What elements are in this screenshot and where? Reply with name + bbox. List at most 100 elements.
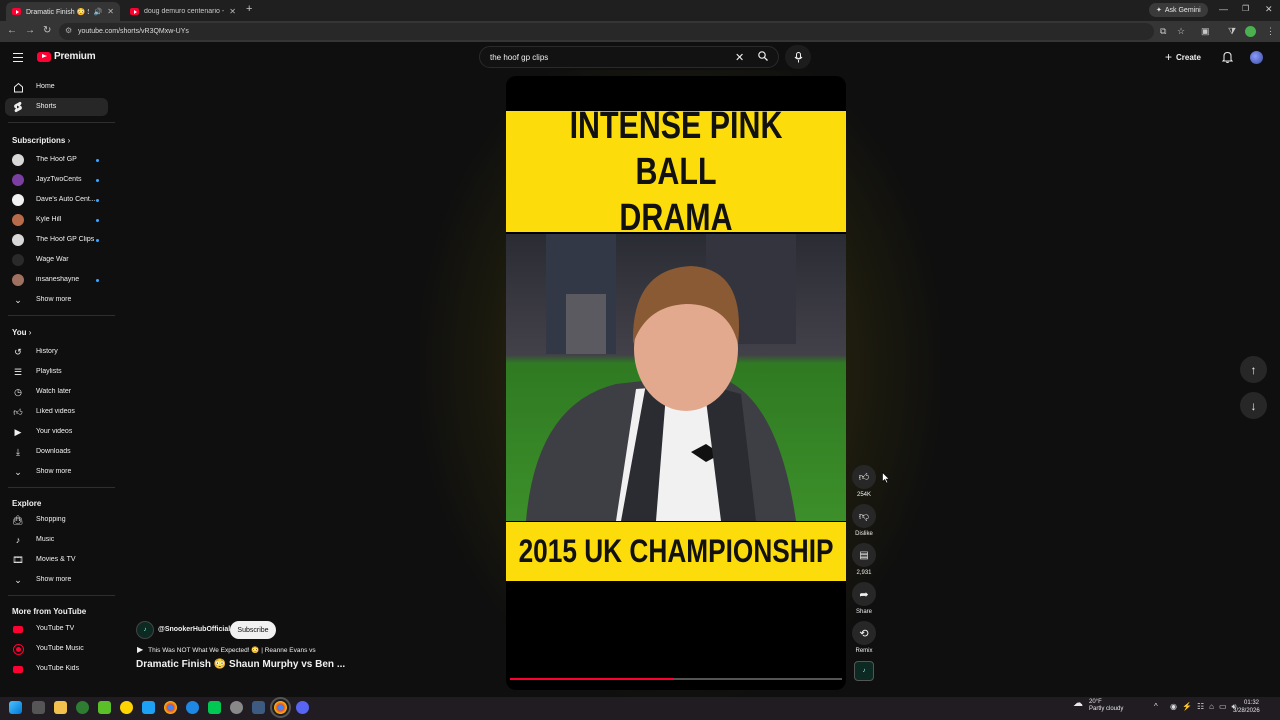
restore-icon[interactable]: ❐: [1242, 4, 1249, 13]
remix-button[interactable]: ⟲: [852, 621, 876, 645]
app-icon[interactable]: [120, 701, 133, 714]
sidebar-subscription-item[interactable]: The Hoof GP: [5, 151, 108, 169]
back-icon[interactable]: ←: [7, 25, 17, 36]
app-icon[interactable]: [186, 701, 199, 714]
sidepanel-icon[interactable]: ▣: [1201, 26, 1210, 37]
chrome-active-icon[interactable]: [270, 697, 291, 718]
sidebar-subscription-item[interactable]: Kyle Hill: [5, 211, 108, 229]
file-explorer-icon[interactable]: [54, 701, 67, 714]
short-video-player[interactable]: INTENSE PINK BALL DRAMA 2015 UK CHAMPION…: [506, 76, 846, 690]
install-icon[interactable]: ⧉: [1160, 26, 1166, 37]
site-info-icon[interactable]: ⚙: [65, 26, 72, 35]
channel-avatar[interactable]: ♪: [136, 621, 154, 639]
app-icon[interactable]: [208, 701, 221, 714]
previous-short-button[interactable]: ↑: [1240, 356, 1267, 383]
subscribe-button[interactable]: Subscribe: [230, 621, 276, 639]
sidebar-item-history[interactable]: ↺ History: [5, 343, 108, 361]
search-input[interactable]: the hoof gp clips: [479, 46, 779, 68]
tab-doug-demuro[interactable]: doug demuro centenario - You ✕: [124, 2, 242, 21]
tray-icons[interactable]: ◉⚡☷⌂▭🔊︎: [1170, 702, 1242, 712]
sidebar-item-liked-videos[interactable]: 👍︎ Liked videos: [5, 403, 108, 421]
sidebar-item-home[interactable]: Home: [5, 78, 108, 96]
account-avatar[interactable]: [1250, 51, 1263, 64]
address-bar[interactable]: ⚙ youtube.com/shorts/vR3QMxw-UYs: [59, 23, 1154, 40]
guide-menu-icon[interactable]: [13, 53, 23, 62]
app-icon[interactable]: [252, 701, 265, 714]
sidebar-item-youtube-tv[interactable]: YouTube TV: [5, 620, 108, 638]
app-icon[interactable]: [142, 701, 155, 714]
new-tab-icon[interactable]: +: [246, 3, 252, 15]
channel-name[interactable]: @SnookerHubOfficial: [158, 626, 230, 633]
dislike-button[interactable]: 👎︎: [852, 504, 876, 528]
weather-widget[interactable]: ☁ 20°F Partly cloudy: [1073, 699, 1123, 713]
clock-icon: ◷: [14, 386, 22, 397]
sidebar-item-show-more-subs[interactable]: ⌄ Show more: [5, 291, 108, 309]
sidebar-item-youtube-kids[interactable]: YouTube Kids: [5, 660, 108, 678]
sound-thumbnail[interactable]: ♪: [854, 661, 874, 681]
task-view-icon[interactable]: [32, 701, 45, 714]
sidebar-item-downloads[interactable]: ⤓ Downloads: [5, 443, 108, 461]
video-progress-bar[interactable]: [510, 678, 842, 680]
minimize-icon[interactable]: —: [1219, 4, 1228, 14]
history-icon: ↺: [14, 346, 22, 357]
youtube-premium-logo[interactable]: Premium: [37, 51, 96, 62]
tab-close-icon[interactable]: ✕: [107, 7, 114, 16]
reload-icon[interactable]: ↻: [43, 25, 51, 36]
sidebar-item-show-more-you[interactable]: ⌄ Show more: [5, 463, 108, 481]
profile-icon[interactable]: [1245, 26, 1256, 37]
next-short-button[interactable]: ↓: [1240, 392, 1267, 419]
related-video-link[interactable]: ▶ This Was NOT What We Expected! 😳 | Rean…: [137, 645, 316, 654]
app-icon[interactable]: [230, 701, 243, 714]
bookmark-star-icon[interactable]: ☆: [1177, 26, 1185, 37]
extensions-icon[interactable]: ⧩: [1228, 26, 1236, 37]
sidebar-item-label: Dave's Auto Cent...: [36, 196, 96, 203]
clear-search-icon[interactable]: ✕: [735, 51, 744, 64]
share-button[interactable]: ➦: [852, 582, 876, 606]
discord-icon[interactable]: [296, 701, 309, 714]
sidebar-item-movies-tv[interactable]: 🎞︎ Movies & TV: [5, 551, 108, 569]
create-button[interactable]: + Create: [1165, 50, 1201, 64]
ask-gemini-button[interactable]: ✦ Ask Gemini: [1149, 3, 1208, 17]
comments-button[interactable]: ▤: [852, 543, 876, 567]
sidebar-item-your-videos[interactable]: ▶ Your videos: [5, 423, 108, 441]
thumbs-up-icon: 👍︎: [13, 406, 23, 417]
forward-icon[interactable]: →: [25, 25, 35, 36]
chrome-icon[interactable]: [164, 701, 177, 714]
tab-close-icon[interactable]: ✕: [229, 7, 236, 16]
tab-dramatic-finish[interactable]: Dramatic Finish 😳 Shaun M 🔊 ✕: [6, 2, 120, 21]
sidebar-subscription-item[interactable]: Dave's Auto Cent...: [5, 191, 108, 209]
sidebar-item-show-more-explore[interactable]: ⌄ Show more: [5, 571, 108, 589]
sidebar-item-label: Movies & TV: [36, 556, 76, 563]
like-button[interactable]: 👍︎: [852, 465, 876, 489]
window-close-icon[interactable]: ✕: [1265, 4, 1273, 15]
browser-menu-icon[interactable]: ⋮: [1266, 26, 1275, 37]
sidebar-item-youtube-music[interactable]: YouTube Music: [5, 640, 108, 658]
start-menu-icon[interactable]: [9, 701, 22, 714]
subscriptions-heading[interactable]: Subscriptions ›: [12, 136, 70, 145]
sidebar-item-shopping[interactable]: 👜︎ Shopping: [5, 511, 108, 529]
sidebar-item-watch-later[interactable]: ◷ Watch later: [5, 383, 108, 401]
voice-search-button[interactable]: [785, 45, 811, 69]
you-heading[interactable]: You ›: [12, 328, 31, 337]
sidebar-item-label: Kyle Hill: [36, 216, 62, 223]
gemini-sparkle-icon: ✦: [1156, 7, 1162, 14]
store-icon[interactable]: [98, 701, 111, 714]
sidebar-subscription-item[interactable]: Wage War: [5, 251, 108, 269]
sidebar-item-playlists[interactable]: ☰ Playlists: [5, 363, 108, 381]
sidebar-subscription-item[interactable]: insaneshayne: [5, 271, 108, 289]
download-icon: ⤓: [16, 446, 20, 457]
short-title[interactable]: Dramatic Finish 😳 Shaun Murphy vs Ben ..…: [136, 659, 345, 670]
search-icon[interactable]: [758, 51, 768, 61]
sidebar-item-label: Wage War: [36, 256, 69, 263]
sidebar-item-label: Show more: [36, 468, 72, 475]
sidebar-subscription-item[interactable]: The Hoof GP Clips: [5, 231, 108, 249]
tray-overflow-icon[interactable]: ^: [1154, 702, 1158, 711]
sidebar-item-label: Watch later: [36, 388, 72, 395]
taskbar-clock[interactable]: 01:32 3/28/2026: [1233, 699, 1260, 715]
notifications-bell-icon[interactable]: [1222, 51, 1233, 63]
xbox-icon[interactable]: [76, 701, 89, 714]
mouse-cursor-icon: [882, 472, 890, 484]
sidebar-item-shorts[interactable]: Shorts: [5, 98, 108, 116]
sidebar-item-music[interactable]: ♪ Music: [5, 531, 108, 549]
sidebar-subscription-item[interactable]: JayzTwoCents: [5, 171, 108, 189]
